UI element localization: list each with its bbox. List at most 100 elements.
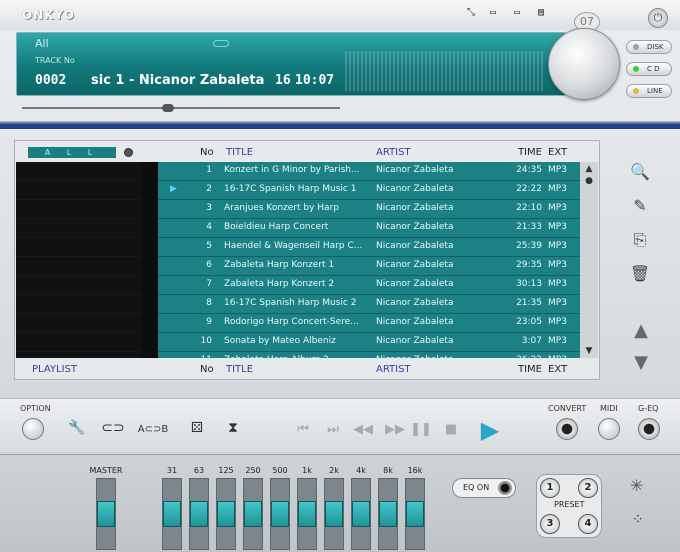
eq-slider-thumb[interactable] [325,501,343,527]
footer-artist: ARTIST [376,364,411,375]
eq-slider-thumb[interactable] [217,501,235,527]
table-row[interactable]: 10 Sonata by Mateo Albeniz Nicanor Zabalet… [158,333,580,351]
pause-button[interactable]: ❚❚ [410,420,432,440]
row-number: 3 [206,203,212,213]
grid-dots-icon[interactable]: ⁘ [632,512,644,528]
midi-button[interactable] [598,418,620,440]
source-disk-button[interactable]: DISK [626,40,672,54]
row-time: 22:22 [516,184,542,194]
seek-thumb[interactable] [162,104,174,112]
eq-on-toggle[interactable]: EQ ON [452,478,516,498]
table-row[interactable]: 1 Konzert in G Minor by Parish... Nicanor … [158,162,580,180]
menu-button[interactable]: ▤ [534,7,548,19]
eq-slider-thumb[interactable] [406,501,424,527]
header-ext[interactable]: EXT [548,147,567,158]
eq-slider-thumb[interactable] [379,501,397,527]
header-time[interactable]: TIME [518,147,542,158]
search-icon[interactable]: 🔍 [628,160,652,184]
master-volume-slider[interactable] [96,478,116,550]
minimize-button[interactable]: ▭ [486,7,500,19]
eq-band-label: 1k [302,466,312,475]
source-line-button[interactable]: LINE [626,84,672,98]
next-track-button[interactable]: ⏭ [322,420,344,440]
row-title: Rodorigo Harp Concert-Sere... [224,317,359,327]
volume-knob[interactable] [548,28,620,100]
row-ext: MP3 [548,241,567,251]
table-row[interactable]: 5 Haendel & Wagenseil Harp C... Nicanor Za… [158,238,580,256]
midi-label: MIDI [600,404,618,413]
mini-mode-button[interactable]: ⤡ [464,7,478,19]
trash-icon[interactable]: 🗑 [628,262,652,286]
ab-repeat-button[interactable]: A⊂⊃B [136,424,170,435]
eq-slider-thumb[interactable] [163,501,181,527]
eq-slider-thumb[interactable] [97,501,115,527]
table-row[interactable]: 6 Zabaleta Harp Konzert 1 Nicanor Zabaleta… [158,257,580,275]
row-artist: Nicanor Zabaleta [376,355,496,358]
sleep-timer-icon[interactable]: ⧗ [222,420,244,436]
eq-band-slider[interactable] [216,478,236,550]
stop-button[interactable]: ■ [440,420,462,440]
scroll-down-icon[interactable]: ▼ [584,346,594,356]
source-cd-button[interactable]: C D [626,62,672,76]
eq-band-slider[interactable] [405,478,425,550]
repeat-icon[interactable]: ⊂⊃ [100,420,126,436]
playlist-scrollbar[interactable] [580,162,598,358]
eq-slider-thumb[interactable] [352,501,370,527]
playlist-rows[interactable]: 1 Konzert in G Minor by Parish... Nicanor … [158,162,580,358]
table-row[interactable]: 9 Rodorigo Harp Concert-Sere... Nicanor Za… [158,314,580,332]
eq-band-slider[interactable] [189,478,209,550]
eq-slider-thumb[interactable] [244,501,262,527]
eq-band-slider[interactable] [324,478,344,550]
sparkle-icon[interactable]: ✳ [630,476,643,495]
row-artist: Nicanor Zabaleta [376,165,454,175]
eq-slider-thumb[interactable] [271,501,289,527]
prev-track-button[interactable]: ⏮ [292,420,314,440]
preset-3-button[interactable]: 3 [540,514,560,534]
preset-1-button[interactable]: 1 [540,478,560,498]
convert-button[interactable] [556,418,578,440]
eq-band-slider[interactable] [270,478,290,550]
seek-bar[interactable] [22,107,340,109]
header-no[interactable]: No [200,147,214,158]
power-icon[interactable]: ⏻ [648,8,668,28]
eq-band-slider[interactable] [378,478,398,550]
eq-slider-thumb[interactable] [190,501,208,527]
play-button[interactable]: ▶ [474,418,506,442]
eq-slider-thumb[interactable] [298,501,316,527]
restore-button[interactable]: ▭ [510,7,524,19]
eq-band-slider[interactable] [351,478,371,550]
footer-no: No [200,364,214,375]
header-title[interactable]: TITLE [226,147,253,158]
header-artist[interactable]: ARTIST [376,147,411,158]
wrench-icon[interactable]: 🔧 [66,420,88,436]
graphic-eq-button[interactable] [638,418,660,440]
eq-band-label: 500 [272,466,288,475]
table-row[interactable]: 11 Zabaleta Harp Album 2 Nicanor Zabaleta2… [158,352,580,358]
table-row[interactable]: 7 Zabaleta Harp Konzert 2 Nicanor Zabaleta… [158,276,580,294]
move-down-icon[interactable]: ▼ [629,352,653,374]
category-list[interactable] [16,162,142,358]
category-menu-icon[interactable] [124,148,133,157]
fast-forward-button[interactable]: ▶▶ [384,420,406,440]
copy-icon[interactable]: ⎘ [628,228,652,252]
footer-time: TIME [518,364,543,375]
eq-band-slider[interactable] [162,478,182,550]
track-number: 0002 [35,73,67,88]
preset-2-button[interactable]: 2 [578,478,598,498]
table-row[interactable]: 3 Aranjues Konzert by Harp Nicanor Zabalet… [158,200,580,218]
row-number: 10 [200,336,212,346]
scroll-top-icon[interactable]: ● [584,176,594,186]
move-up-icon[interactable]: ▲ [629,320,653,342]
option-button[interactable] [22,418,44,440]
eq-band-slider[interactable] [243,478,263,550]
rewind-button[interactable]: ◀◀ [352,420,374,440]
scroll-up-icon[interactable]: ▲ [584,164,594,174]
table-row[interactable]: 4 Boieldieu Harp Concert Nicanor Zabaleta 2… [158,219,580,237]
shuffle-dice-icon[interactable]: ⚄ [184,420,210,436]
preset-4-button[interactable]: 4 [578,514,598,534]
category-all-tab[interactable]: A L L [28,147,116,158]
table-row[interactable]: ▶ 2 16-17C Spanish Harp Music 1 Nicanor Zab… [158,181,580,199]
eq-band-slider[interactable] [297,478,317,550]
edit-icon[interactable]: ✎ [628,194,652,218]
table-row[interactable]: 8 16-17C Spanish Harp Music 2 Nicanor Zaba… [158,295,580,313]
